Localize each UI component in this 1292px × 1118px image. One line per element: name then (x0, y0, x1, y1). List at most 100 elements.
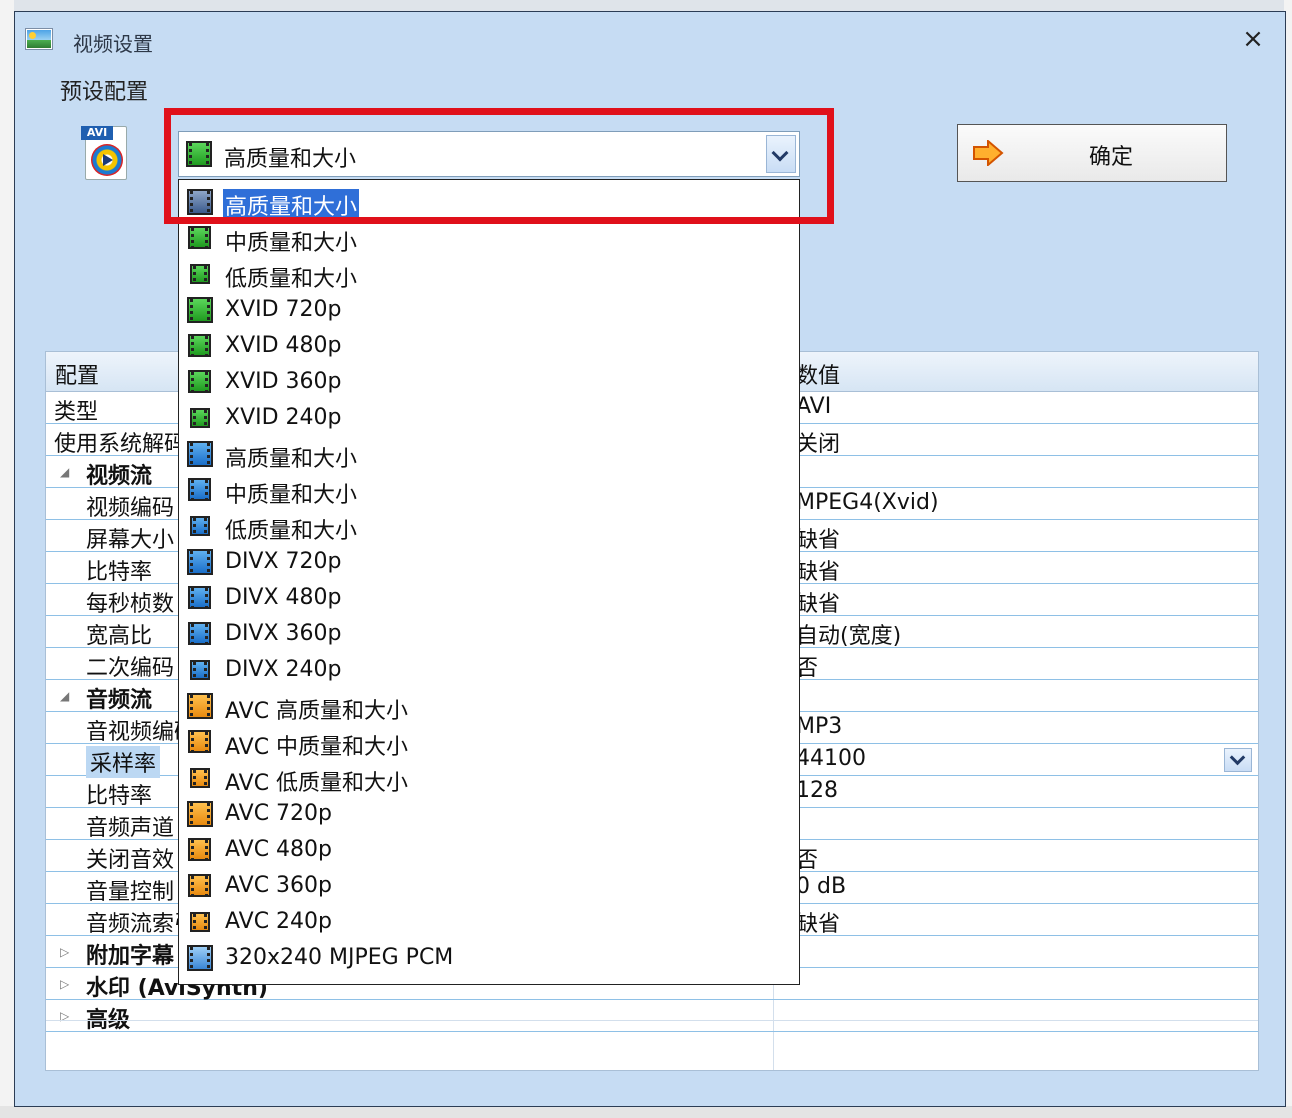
preset-label: 预设配置 (60, 80, 149, 105)
preset-option-label: 320x240 MJPEG PCM (225, 945, 454, 970)
film-icon (188, 838, 211, 861)
expand-triangle-icon[interactable]: ▷ (60, 977, 69, 991)
preset-option[interactable]: AVC 低质量和大小 (179, 760, 799, 796)
film-icon (188, 874, 211, 897)
film-icon (190, 660, 210, 680)
preset-option-label: 高质量和大小 (225, 447, 358, 472)
preset-option-label: AVC 中质量和大小 (225, 735, 409, 760)
property-name: 音量控制 (86, 880, 175, 905)
close-button[interactable]: × (1233, 24, 1273, 54)
collapse-triangle-icon[interactable]: ◢ (60, 465, 69, 479)
preset-option[interactable]: DIVX 240p (179, 652, 799, 688)
avi-file-icon: AVI (81, 124, 131, 184)
property-name: 比特率 (86, 784, 153, 809)
background-app-left-edge (0, 0, 14, 1118)
property-name: 附加字幕 (86, 944, 175, 969)
video-settings-dialog: 视频设置 × 预设配置 AVI 高质量和大小 确定 配置 数值 类型 AVI 使用系… (14, 11, 1286, 1107)
preset-option[interactable]: AVC 中质量和大小 (179, 724, 799, 760)
film-icon (190, 264, 210, 284)
property-value: 缺省 (796, 912, 841, 937)
preset-option[interactable]: 320x240 MJPEG PCM (179, 940, 799, 976)
preset-option[interactable]: 中质量和大小 (179, 472, 799, 508)
preset-option[interactable]: XVID 240p (179, 400, 799, 436)
ok-button-label: 确定 (1089, 145, 1134, 170)
preset-option-label: XVID 240p (225, 405, 342, 430)
film-icon (187, 441, 213, 467)
film-icon (190, 408, 210, 428)
preset-option[interactable]: 低质量和大小 (179, 508, 799, 544)
film-icon (187, 801, 213, 827)
collapse-triangle-icon[interactable]: ◢ (60, 689, 69, 703)
film-icon (188, 226, 211, 249)
chevron-down-icon[interactable] (766, 135, 796, 173)
property-name: 比特率 (86, 560, 153, 585)
preset-option[interactable]: AVC 高质量和大小 (179, 688, 799, 724)
preset-option[interactable]: DIVX 360p (179, 616, 799, 652)
film-icon (188, 586, 211, 609)
preset-option[interactable]: XVID 720p (179, 292, 799, 328)
film-icon (190, 768, 210, 788)
film-icon (187, 693, 213, 719)
property-name: 屏幕大小 (86, 528, 175, 553)
preset-option[interactable]: 高质量和大小 (179, 184, 799, 221)
preset-option[interactable]: XVID 360p (179, 364, 799, 400)
preset-combobox[interactable]: 高质量和大小 (178, 131, 800, 177)
property-value: 关闭 (796, 432, 841, 457)
property-name: 视频编码 (86, 496, 175, 521)
preset-option[interactable]: AVC 720p (179, 796, 799, 832)
preset-option-label: AVC 360p (225, 873, 333, 898)
preset-option-label: AVC 高质量和大小 (225, 699, 409, 724)
preset-option-label: XVID 360p (225, 369, 342, 394)
preset-option[interactable]: 高质量和大小 (179, 436, 799, 472)
preset-selected-value: 高质量和大小 (224, 147, 357, 172)
property-value: 缺省 (796, 560, 841, 585)
preset-dropdown-list[interactable]: 高质量和大小 中质量和大小 低质量和大小 XVID 720p XVID 480p XVID… (178, 179, 800, 985)
property-name: 每秒桢数 (86, 592, 175, 617)
property-value: MPEG4(Xvid) (796, 490, 939, 515)
preset-option[interactable]: XVID 480p (179, 328, 799, 364)
film-icon (190, 912, 210, 932)
preset-option-label: AVC 720p (225, 801, 333, 826)
preset-option-label: DIVX 240p (225, 657, 342, 682)
property-value: 0 dB (796, 874, 847, 899)
preset-option-label: DIVX 480p (225, 585, 342, 610)
preset-option-label: AVC 低质量和大小 (225, 771, 409, 796)
preset-option-label: 低质量和大小 (225, 519, 358, 544)
property-value: 缺省 (796, 528, 841, 553)
property-name: 二次编码 (86, 656, 175, 681)
preset-option-label: 中质量和大小 (225, 231, 358, 256)
film-icon (187, 945, 213, 971)
preset-option[interactable]: AVC 480p (179, 832, 799, 868)
film-icon (186, 141, 212, 167)
film-icon (187, 549, 213, 575)
property-value: MP3 (796, 714, 843, 739)
preset-option-label: XVID 480p (225, 333, 342, 358)
property-name: 采样率 (86, 746, 161, 778)
preset-option-label: AVC 480p (225, 837, 333, 862)
preset-option-label: AVC 240p (225, 909, 333, 934)
preset-option[interactable]: DIVX 480p (179, 580, 799, 616)
property-value: 自动(宽度) (796, 624, 902, 649)
grid-footer (46, 1020, 1258, 1070)
ok-button[interactable]: 确定 (957, 124, 1227, 182)
background-app-bottom-edge (0, 1106, 1292, 1118)
property-name: 宽高比 (86, 624, 153, 649)
preset-option[interactable]: 中质量和大小 (179, 220, 799, 256)
column-header-name: 配置 (55, 364, 100, 389)
film-icon (188, 478, 211, 501)
film-icon (190, 516, 210, 536)
preset-option-label: XVID 720p (225, 297, 342, 322)
film-icon (187, 297, 213, 323)
dialog-app-icon (25, 28, 53, 50)
preset-option-label: DIVX 720p (225, 549, 342, 574)
preset-option[interactable]: DIVX 720p (179, 544, 799, 580)
preset-option-label: 低质量和大小 (225, 267, 358, 292)
expand-triangle-icon[interactable]: ▷ (60, 945, 69, 959)
film-icon (187, 189, 213, 215)
arrow-right-icon (973, 140, 1004, 166)
property-name: 关闭音效 (86, 848, 175, 873)
preset-option[interactable]: AVC 360p (179, 868, 799, 904)
chevron-down-icon[interactable] (1224, 748, 1252, 772)
preset-option[interactable]: 低质量和大小 (179, 256, 799, 292)
preset-option[interactable]: AVC 240p (179, 904, 799, 940)
